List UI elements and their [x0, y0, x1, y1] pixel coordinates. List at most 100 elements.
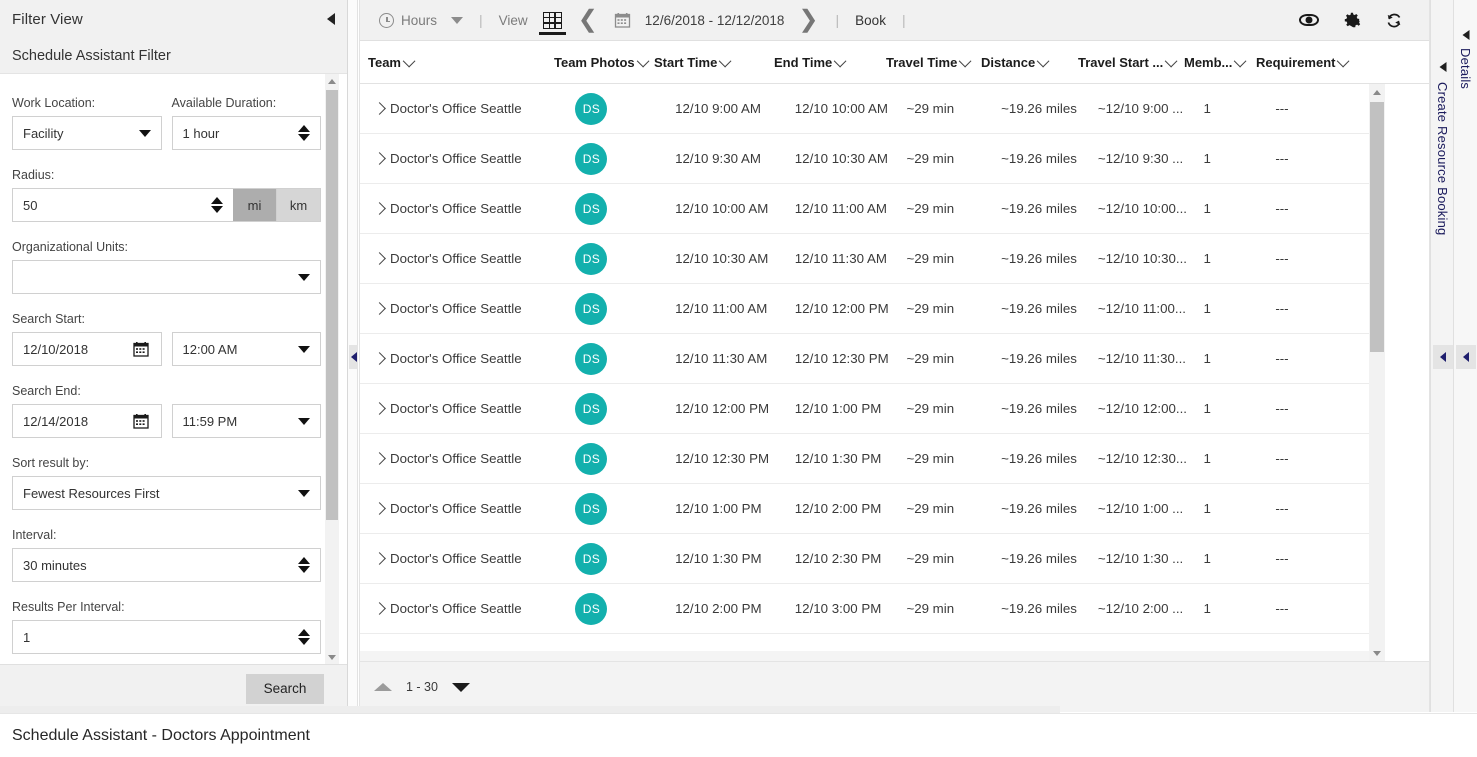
grid-view-button[interactable]: [535, 0, 570, 41]
table-row[interactable]: Doctor's Office Seattle DS 12/10 12:00 PM 1…: [360, 384, 1385, 434]
avatar[interactable]: DS: [575, 542, 608, 575]
row-expand-chevron-icon[interactable]: [368, 402, 390, 415]
rail-resize-grip[interactable]: [1456, 345, 1476, 369]
eye-icon[interactable]: [1287, 14, 1331, 26]
avatar[interactable]: DS: [575, 192, 608, 225]
refresh-icon[interactable]: [1373, 11, 1415, 29]
row-expand-chevron-icon[interactable]: [368, 452, 390, 465]
search-button[interactable]: Search: [246, 673, 324, 704]
hours-caret-button[interactable]: [444, 0, 470, 41]
table-row[interactable]: Doctor's Office Seattle DS 12/10 1:30 PM 12…: [360, 534, 1385, 584]
search-end-time-select[interactable]: 11:59 PM: [171, 404, 321, 438]
collapse-left-arrow-icon[interactable]: [1462, 30, 1469, 40]
available-duration-stepper[interactable]: 1 hour: [171, 116, 321, 150]
create-resource-booking-rail[interactable]: Create Resource Booking: [1430, 0, 1454, 712]
chevron-up-icon[interactable]: [374, 683, 392, 691]
hours-dropdown[interactable]: Hours: [372, 0, 444, 41]
grid-vertical-scrollbar[interactable]: [1369, 84, 1385, 661]
table-row[interactable]: Doctor's Office Seattle DS 12/10 11:30 AM 1…: [360, 334, 1385, 384]
unit-mi-button[interactable]: mi: [233, 188, 277, 222]
chevron-down-icon[interactable]: [298, 489, 310, 497]
avatar[interactable]: DS: [575, 242, 608, 275]
collapse-left-arrow-icon[interactable]: [1439, 62, 1446, 72]
avatar[interactable]: DS: [575, 142, 608, 175]
table-row[interactable]: Doctor's Office Seattle DS 12/10 1:00 PM 12…: [360, 484, 1385, 534]
distance-cell: ~19.26 miles: [1001, 201, 1077, 216]
column-header-travel-start[interactable]: Travel Start ...: [1078, 55, 1184, 70]
row-expand-chevron-icon[interactable]: [368, 502, 390, 515]
row-expand-chevron-icon[interactable]: [368, 252, 390, 265]
filter-panel-scrollbar[interactable]: [325, 74, 339, 664]
scroll-up-icon[interactable]: [1369, 84, 1385, 100]
details-rail[interactable]: Details: [1453, 0, 1477, 712]
table-row[interactable]: Doctor's Office Seattle DS 12/10 9:30 AM 12…: [360, 134, 1385, 184]
organizational-units-select[interactable]: [12, 260, 321, 294]
stepper-arrows-icon[interactable]: [298, 629, 310, 645]
row-expand-chevron-icon[interactable]: [368, 202, 390, 215]
work-location-select[interactable]: Facility: [12, 116, 162, 150]
table-row[interactable]: Doctor's Office Seattle DS 12/10 10:30 AM 1…: [360, 234, 1385, 284]
chevron-down-icon[interactable]: [298, 273, 310, 281]
row-expand-chevron-icon[interactable]: [368, 602, 390, 615]
row-expand-chevron-icon[interactable]: [368, 152, 390, 165]
avatar[interactable]: DS: [575, 592, 608, 625]
column-header-members[interactable]: Memb...: [1184, 55, 1256, 70]
collapse-left-arrow-icon[interactable]: [327, 13, 335, 25]
avatar[interactable]: DS: [575, 492, 608, 525]
row-expand-chevron-icon[interactable]: [368, 302, 390, 315]
avatar[interactable]: DS: [575, 292, 608, 325]
avatar[interactable]: DS: [575, 92, 608, 125]
column-header-travel-time[interactable]: Travel Time: [886, 55, 981, 70]
chevron-right-icon[interactable]: ❯: [790, 8, 826, 32]
gear-icon[interactable]: [1331, 11, 1373, 29]
avatar[interactable]: DS: [575, 392, 608, 425]
chevron-down-icon[interactable]: [451, 682, 470, 692]
radius-stepper[interactable]: 50: [12, 188, 233, 222]
row-expand-chevron-icon[interactable]: [368, 102, 390, 115]
table-row[interactable]: Doctor's Office Seattle DS 12/10 2:00 PM 12…: [360, 584, 1385, 634]
column-header-team-photos[interactable]: Team Photos: [554, 55, 654, 70]
column-header-end-time[interactable]: End Time: [774, 55, 886, 70]
grid-horizontal-scrollbar[interactable]: [360, 651, 1369, 661]
interval-stepper[interactable]: 30 minutes: [12, 548, 321, 582]
scrollbar-thumb[interactable]: [326, 90, 338, 520]
book-button[interactable]: Book: [848, 0, 893, 41]
column-header-distance[interactable]: Distance: [981, 55, 1078, 70]
stepper-arrows-icon[interactable]: [298, 125, 310, 141]
stepper-arrows-icon[interactable]: [211, 197, 223, 213]
search-start-date-input[interactable]: 12/10/2018: [12, 332, 162, 366]
column-header-team[interactable]: Team: [368, 55, 554, 70]
scroll-down-icon[interactable]: [1369, 645, 1385, 661]
search-start-time-select[interactable]: 12:00 AM: [171, 332, 321, 366]
row-expand-chevron-icon[interactable]: [368, 552, 390, 565]
table-row[interactable]: Doctor's Office Seattle DS 12/10 10:00 AM 1…: [360, 184, 1385, 234]
rail-resize-grip[interactable]: [1433, 345, 1453, 369]
table-row[interactable]: Doctor's Office Seattle DS 12/10 12:30 PM 1…: [360, 434, 1385, 484]
date-range-label[interactable]: 12/6/2018 - 12/12/2018: [639, 13, 791, 28]
column-header-requirement[interactable]: Requirement: [1256, 55, 1366, 70]
search-end-date-input[interactable]: 12/14/2018: [12, 404, 162, 438]
column-header-start-time[interactable]: Start Time: [654, 55, 774, 70]
avatar[interactable]: DS: [575, 342, 608, 375]
table-row[interactable]: Doctor's Office Seattle DS 12/10 11:00 AM 1…: [360, 284, 1385, 334]
calendar-icon[interactable]: [132, 341, 149, 357]
calendar-icon[interactable]: [614, 12, 631, 28]
calendar-icon[interactable]: [132, 413, 149, 429]
results-per-interval-stepper[interactable]: 1: [12, 620, 321, 654]
chevron-down-icon[interactable]: [451, 16, 464, 24]
table-row[interactable]: Doctor's Office Seattle DS 12/10 9:00 AM 12…: [360, 84, 1385, 134]
chevron-left-icon[interactable]: ❮: [570, 8, 606, 32]
view-label-button[interactable]: View: [492, 0, 535, 41]
stepper-arrows-icon[interactable]: [298, 557, 310, 573]
unit-km-button[interactable]: km: [277, 188, 321, 222]
panel-splitter-grip[interactable]: [349, 345, 358, 369]
scroll-up-icon[interactable]: [325, 74, 339, 88]
scrollbar-thumb[interactable]: [1370, 102, 1384, 352]
scroll-down-icon[interactable]: [325, 650, 339, 664]
chevron-down-icon[interactable]: [298, 345, 310, 353]
chevron-down-icon[interactable]: [298, 417, 310, 425]
sort-result-by-select[interactable]: Fewest Resources First: [12, 476, 321, 510]
row-expand-chevron-icon[interactable]: [368, 352, 390, 365]
chevron-down-icon[interactable]: [138, 129, 151, 137]
avatar[interactable]: DS: [575, 442, 608, 475]
